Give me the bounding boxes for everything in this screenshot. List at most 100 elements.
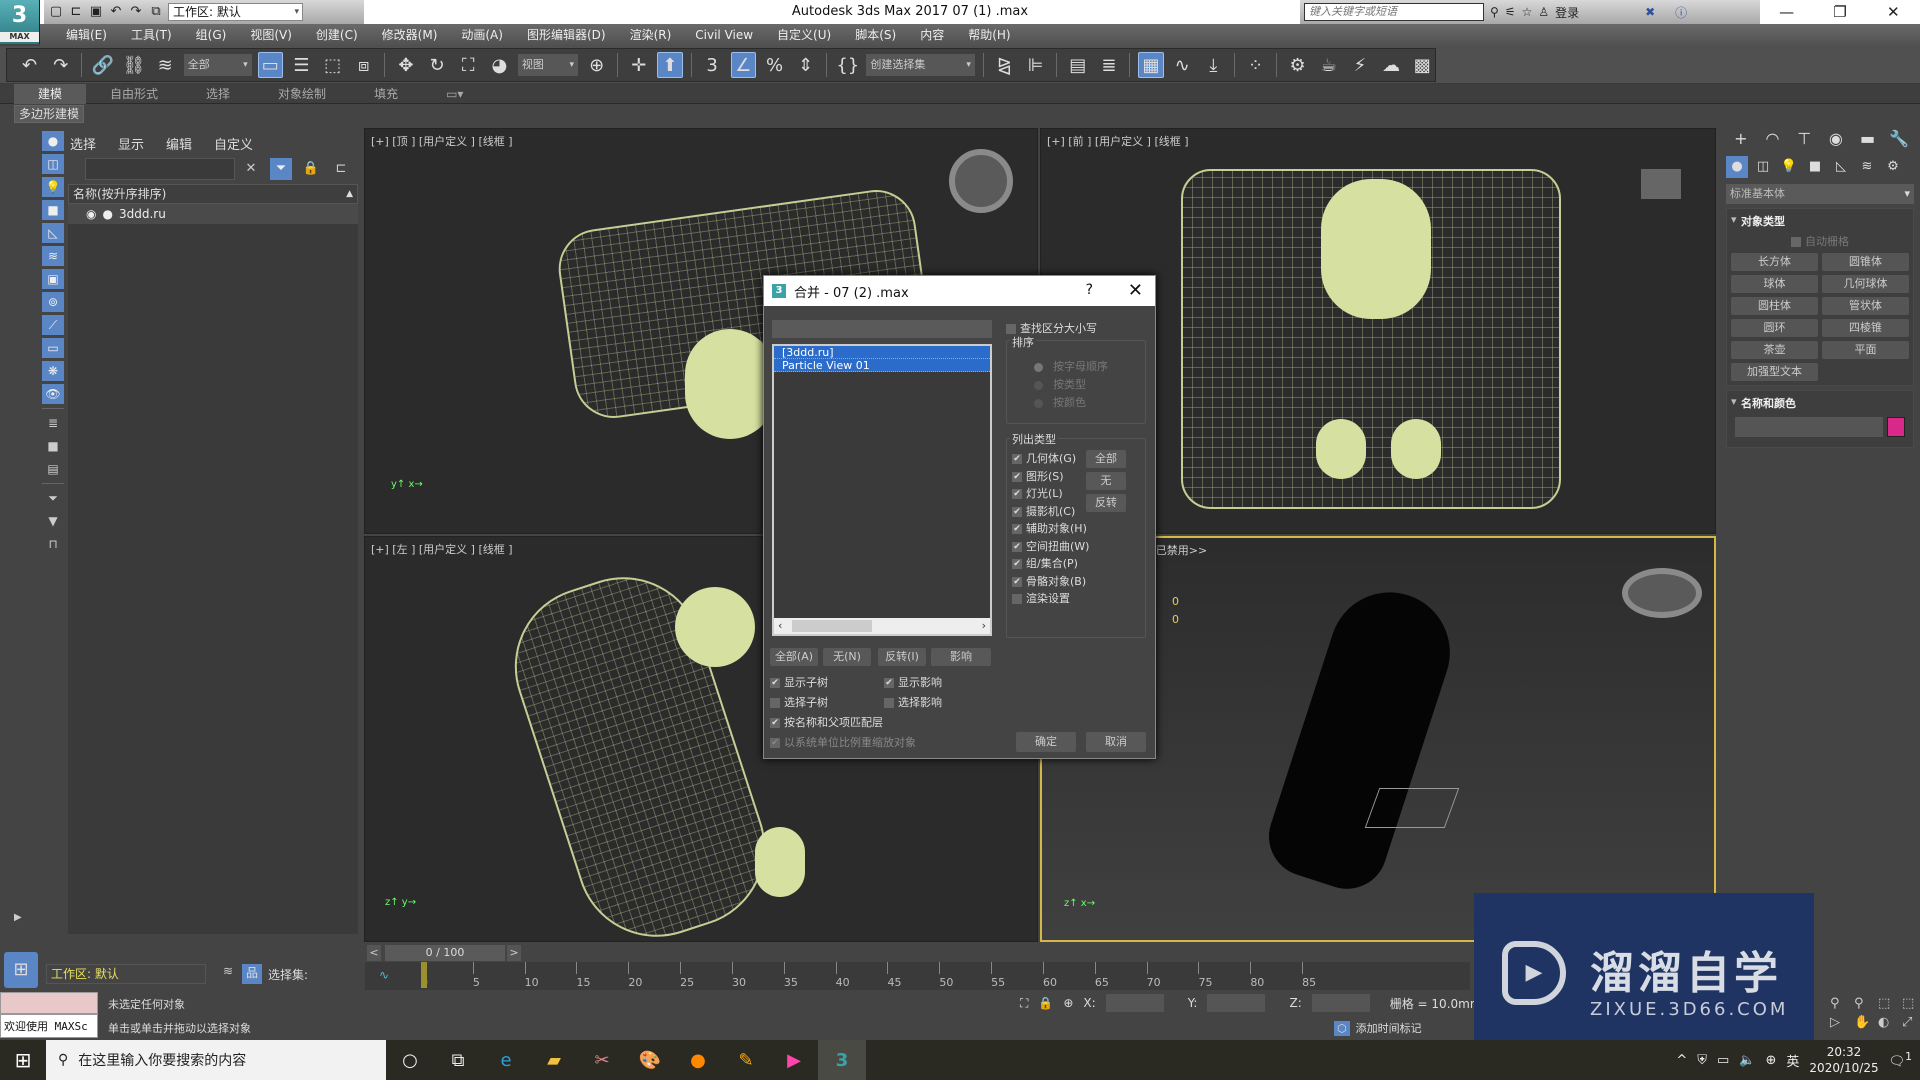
firefox-icon[interactable]: ● — [674, 1040, 722, 1080]
ribbon-options-icon[interactable]: ▭▾ — [422, 84, 487, 104]
object-filter-input[interactable] — [772, 320, 992, 338]
hidden-filter-icon[interactable]: 👁 — [42, 384, 64, 404]
cameras-filter-icon[interactable]: ■ — [42, 200, 64, 220]
ribbon-tab-selection[interactable]: 选择 — [182, 84, 254, 104]
select-by-name-icon[interactable]: ☰ — [289, 52, 314, 78]
sort-alphabetical-radio[interactable]: 按字母顺序 — [1034, 358, 1108, 374]
list-types-all-button[interactable]: 全部 — [1086, 450, 1126, 468]
shapes-icon[interactable]: ◫ — [1752, 156, 1774, 178]
save-icon[interactable]: ▣ — [88, 4, 104, 20]
match-layers-checkbox[interactable]: ✔ 按名称和父项匹配层 — [770, 714, 883, 730]
torus-button[interactable]: 圆环 — [1731, 319, 1818, 337]
z-coordinate-input[interactable] — [1311, 994, 1370, 1012]
select-none-button[interactable]: 无(N) — [823, 648, 871, 666]
menu-group[interactable]: 组(G) — [184, 24, 239, 46]
maxscript-input[interactable] — [0, 992, 98, 1014]
bones-filter-icon[interactable]: ⟋ — [42, 315, 64, 335]
spinner-snap-icon[interactable]: ⇕ — [793, 52, 818, 78]
app-menu-button[interactable]: 3 MAX — [0, 0, 40, 44]
security-icon[interactable]: ⛨ — [1697, 1053, 1707, 1068]
close-button[interactable]: ✕ — [1867, 0, 1920, 24]
workspace-selector[interactable]: 工作区: 默认 — [46, 964, 206, 984]
pyramid-button[interactable]: 四棱锥 — [1822, 319, 1909, 337]
edge-icon[interactable]: e — [482, 1040, 530, 1080]
redo-icon[interactable]: ↷ — [128, 4, 144, 20]
named-selection-dropdown[interactable]: 创建选择集 — [866, 54, 975, 76]
task-view-icon[interactable]: ⧉ — [434, 1040, 482, 1080]
hierarchy-tab-icon[interactable]: ⊤ — [1789, 128, 1819, 150]
ribbon-tab-modeling[interactable]: 建模 — [14, 84, 87, 104]
select-influences-checkbox[interactable]: 选择影响 — [884, 694, 942, 710]
move-icon[interactable]: ✥ — [393, 52, 418, 78]
mirror-icon[interactable]: ⧎ — [992, 52, 1017, 78]
select-invert-button[interactable]: 反转(I) — [878, 648, 926, 666]
new-icon[interactable]: ▢ — [48, 4, 64, 20]
notification-icon[interactable]: 🗨1 — [1889, 1050, 1912, 1069]
restore-button[interactable]: ❐ — [1813, 0, 1866, 24]
rollout-title[interactable]: 对象类型 — [1731, 213, 1909, 229]
menu-tools[interactable]: 工具(T) — [119, 24, 184, 46]
category-dropdown[interactable]: 标准基本体 — [1726, 184, 1914, 204]
lights-icon[interactable]: 💡 — [1778, 156, 1800, 178]
list-types-none-button[interactable]: 无 — [1086, 472, 1126, 490]
field-of-view-icon[interactable]: ▷ — [1830, 1015, 1850, 1030]
scene-menu-customize[interactable]: 自定义 — [214, 134, 253, 153]
ok-button[interactable]: 确定 — [1016, 732, 1076, 752]
rotate-icon[interactable]: ↻ — [424, 52, 449, 78]
scene-menu-display[interactable]: 显示 — [118, 134, 144, 153]
spacewarps-icon[interactable]: ≋ — [1856, 156, 1878, 178]
shapes-filter-icon[interactable]: ◫ — [42, 154, 64, 174]
unlink-icon[interactable]: ⛓ — [121, 52, 146, 78]
curve-editor-icon[interactable]: ∿ — [1170, 52, 1195, 78]
geometry-icon[interactable]: ● — [1726, 156, 1748, 178]
volume-icon[interactable]: 🔈 — [1739, 1053, 1755, 1068]
list-types-invert-button[interactable]: 反转 — [1086, 494, 1126, 512]
menu-content[interactable]: 内容 — [908, 24, 956, 46]
containers-filter-icon[interactable]: ▭ — [42, 338, 64, 358]
menu-modifiers[interactable]: 修改器(M) — [370, 24, 450, 46]
zoom-extents-all-icon[interactable]: ⬚ — [1902, 996, 1920, 1011]
prev-frame-button[interactable]: < — [367, 945, 381, 961]
workspace-dropdown[interactable]: 工作区: 默认 — [168, 3, 303, 21]
scene-menu-select[interactable]: 选择 — [70, 134, 96, 153]
sort-by-color-radio[interactable]: 按颜色 — [1034, 394, 1086, 410]
selection-lock-icon[interactable]: 🔒 — [1038, 996, 1053, 1010]
viewcube[interactable] — [1622, 568, 1702, 618]
scroll-thumb[interactable] — [792, 620, 872, 632]
display-all-icon[interactable]: ≣ — [42, 413, 64, 433]
motion-tab-icon[interactable]: ◉ — [1821, 128, 1851, 150]
undo-icon[interactable]: ↶ — [17, 52, 42, 78]
helpers-icon[interactable]: ◺ — [1830, 156, 1852, 178]
render-shortcuts-icon[interactable]: ▩ — [1410, 52, 1435, 78]
curve-editor-mini-icon[interactable]: ∿ — [379, 968, 389, 982]
paint-icon[interactable]: 🎨 — [626, 1040, 674, 1080]
utilities-tab-icon[interactable]: 🔧 — [1884, 128, 1914, 150]
expand-arrow-icon[interactable]: ▶ — [14, 912, 22, 923]
help-icon[interactable]: ⓘ — [1675, 4, 1687, 21]
window-crossing-icon[interactable]: ⧈ — [351, 52, 376, 78]
menu-graph-editors[interactable]: 图形编辑器(D) — [515, 24, 618, 46]
select-object-icon[interactable]: ▭ — [257, 52, 283, 78]
list-type-checkbox[interactable]: ✔ 空间扭曲(W) — [1012, 538, 1089, 554]
ribbon-tab-freeform[interactable]: 自由形式 — [86, 84, 182, 104]
undo-icon[interactable]: ↶ — [108, 4, 124, 20]
toggle-ribbon-icon[interactable]: ▦ — [1138, 52, 1164, 78]
sort-by-type-radio[interactable]: 按类型 — [1034, 376, 1086, 392]
menu-rendering[interactable]: 渲染(R) — [618, 24, 684, 46]
render-cloud-icon[interactable]: ☁ — [1379, 52, 1404, 78]
percent-snap-icon[interactable]: % — [762, 52, 787, 78]
scale-icon[interactable]: ⛶ — [456, 52, 481, 78]
schematic-view-icon[interactable]: ⤓ — [1201, 52, 1226, 78]
display-influences-checkbox[interactable]: ✔ 显示影响 — [884, 674, 942, 690]
menu-create[interactable]: 创建(C) — [304, 24, 370, 46]
menu-animation[interactable]: 动画(A) — [449, 24, 515, 46]
absolute-mode-icon[interactable]: ⊕ — [1063, 996, 1073, 1010]
hierarchy-icon[interactable]: ⊏ — [330, 158, 352, 180]
create-tab-icon[interactable]: + — [1726, 128, 1756, 150]
open-icon[interactable]: ⊏ — [68, 4, 84, 20]
isolate-selection-icon[interactable]: ⛶ — [1020, 996, 1028, 1011]
time-slider-thumb[interactable]: 0 / 100 — [385, 945, 505, 961]
list-type-checkbox[interactable]: ✔ 灯光(L) — [1012, 485, 1063, 501]
zoom-all-icon[interactable]: ⚲ — [1854, 996, 1874, 1011]
object-color-swatch[interactable] — [1887, 417, 1905, 437]
